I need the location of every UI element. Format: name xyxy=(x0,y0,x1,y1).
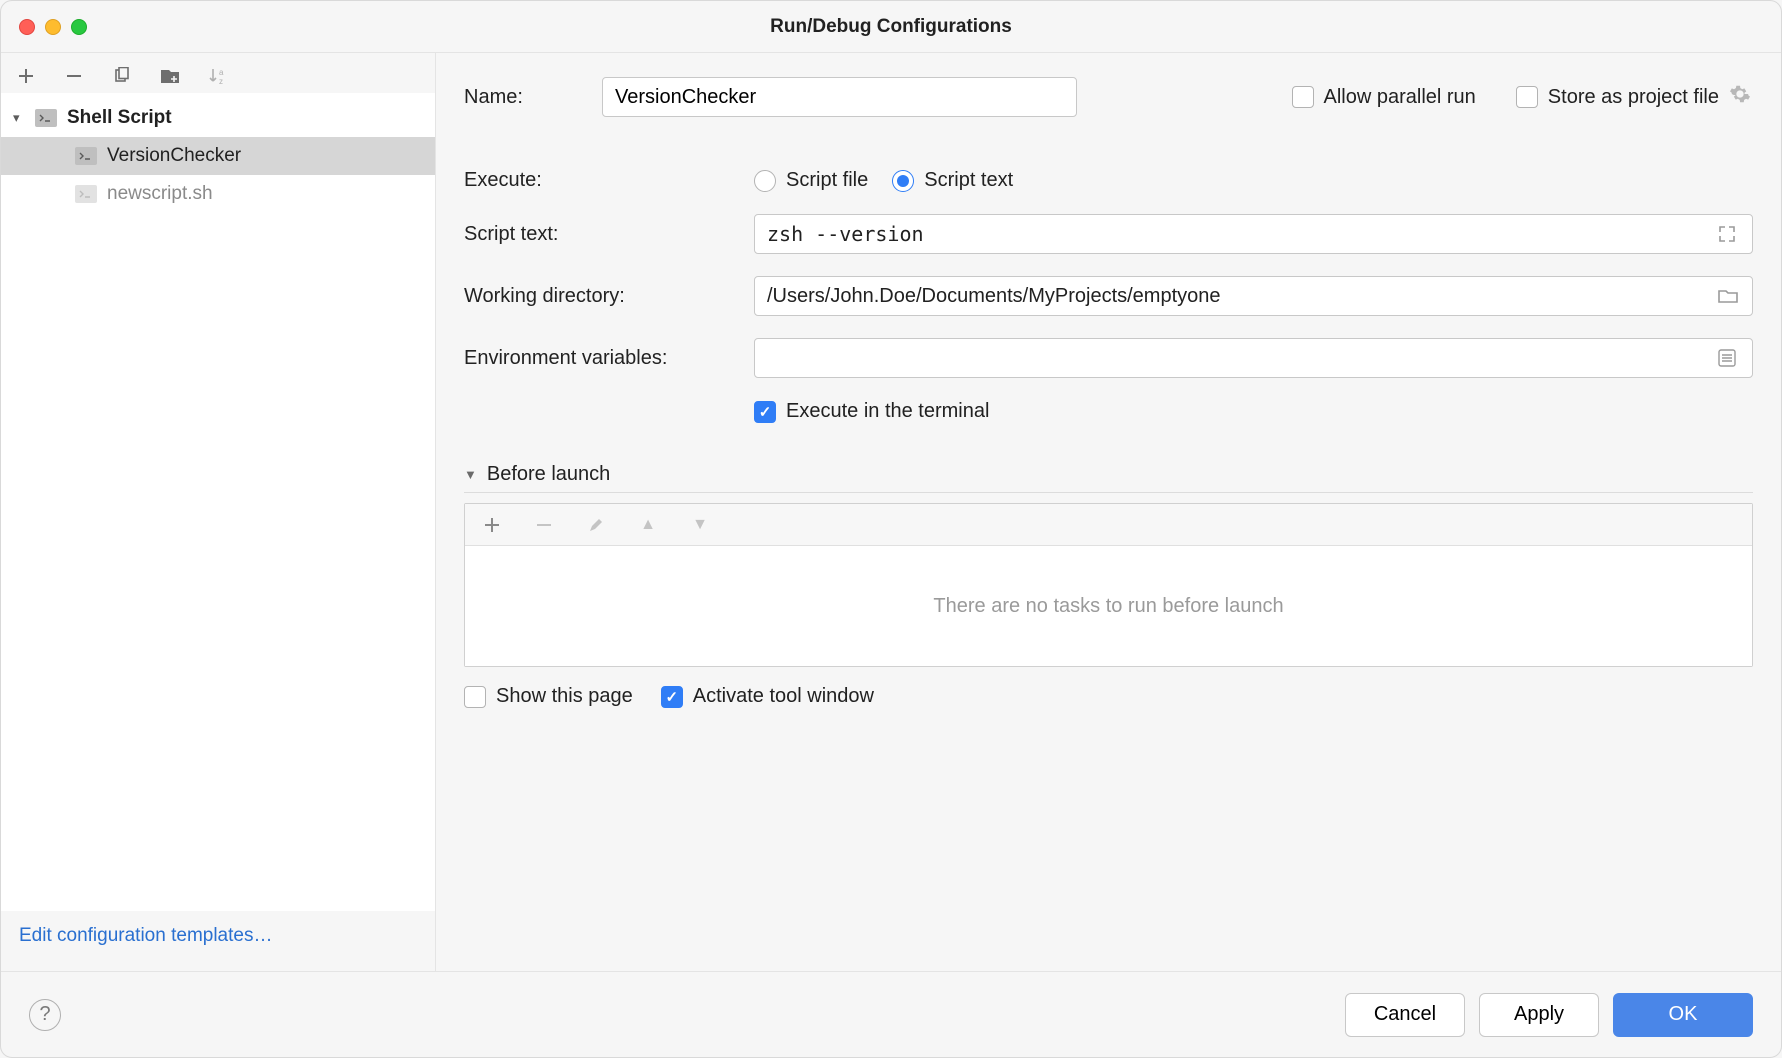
sidebar-toolbar: az xyxy=(1,53,435,93)
move-down-icon[interactable]: ▼ xyxy=(689,514,711,536)
name-label: Name: xyxy=(464,86,584,109)
cancel-button[interactable]: Cancel xyxy=(1345,993,1465,1037)
exec-terminal-checkbox[interactable]: Execute in the terminal xyxy=(754,400,989,423)
tree-item-newscript[interactable]: newscript.sh xyxy=(1,175,435,213)
terminal-icon xyxy=(35,109,57,127)
save-template-icon[interactable] xyxy=(159,65,181,87)
list-icon[interactable] xyxy=(1718,349,1740,367)
move-up-icon[interactable]: ▲ xyxy=(637,514,659,536)
checkbox-icon xyxy=(754,401,776,423)
workdir-value: /Users/John.Doe/Documents/MyProjects/emp… xyxy=(767,285,1221,308)
activate-tool-checkbox[interactable]: Activate tool window xyxy=(661,685,874,708)
remove-task-icon[interactable] xyxy=(533,514,555,536)
show-page-checkbox[interactable]: Show this page xyxy=(464,685,633,708)
tree-item-label: VersionChecker xyxy=(107,145,241,167)
radio-icon xyxy=(754,170,776,192)
allow-parallel-label: Allow parallel run xyxy=(1324,86,1476,109)
no-tasks-placeholder: There are no tasks to run before launch xyxy=(465,546,1752,666)
add-config-icon[interactable] xyxy=(15,65,37,87)
run-debug-config-window: Run/Debug Configurations az ▾ Shell Scri… xyxy=(0,0,1782,1058)
allow-parallel-checkbox[interactable]: Allow parallel run xyxy=(1292,86,1476,109)
env-label: Environment variables: xyxy=(464,347,754,370)
radio-icon xyxy=(892,170,914,192)
ok-button[interactable]: OK xyxy=(1613,993,1753,1037)
script-text-input[interactable]: zsh --version xyxy=(754,214,1753,254)
sort-alpha-icon[interactable]: az xyxy=(207,65,229,87)
execute-label: Execute: xyxy=(464,169,754,192)
remove-config-icon[interactable] xyxy=(63,65,85,87)
config-sidebar: az ▾ Shell Script VersionChecker newscri… xyxy=(1,53,436,971)
radio-script-text-label: Script text xyxy=(924,169,1013,192)
terminal-icon xyxy=(75,147,97,165)
store-project-checkbox[interactable]: Store as project file xyxy=(1516,83,1753,111)
env-input[interactable] xyxy=(754,338,1753,378)
dialog-footer: ? Cancel Apply OK xyxy=(1,971,1781,1057)
tree-item-versionchecker[interactable]: VersionChecker xyxy=(1,137,435,175)
workdir-label: Working directory: xyxy=(464,285,754,308)
help-icon[interactable]: ? xyxy=(29,999,61,1031)
checkbox-icon xyxy=(1516,86,1538,108)
folder-icon[interactable] xyxy=(1718,288,1740,304)
tree-item-label: newscript.sh xyxy=(107,183,213,205)
radio-script-file[interactable]: Script file xyxy=(754,169,868,192)
chevron-down-icon: ▼ xyxy=(464,467,477,482)
radio-script-file-label: Script file xyxy=(786,169,868,192)
gear-icon[interactable] xyxy=(1729,83,1753,111)
edit-task-icon[interactable] xyxy=(585,514,607,536)
titlebar: Run/Debug Configurations xyxy=(1,1,1781,53)
checkbox-icon xyxy=(464,686,486,708)
window-title: Run/Debug Configurations xyxy=(1,16,1781,38)
config-form: Name: Allow parallel run Store as projec… xyxy=(436,53,1781,971)
script-text-value: zsh --version xyxy=(767,222,924,246)
config-tree: ▾ Shell Script VersionChecker newscript.… xyxy=(1,93,435,911)
name-input[interactable] xyxy=(602,77,1077,117)
store-project-label: Store as project file xyxy=(1548,86,1719,109)
chevron-down-icon: ▾ xyxy=(13,110,29,126)
terminal-icon xyxy=(75,185,97,203)
checkbox-icon xyxy=(661,686,683,708)
before-launch-section[interactable]: ▼ Before launch xyxy=(464,463,1753,493)
radio-script-text[interactable]: Script text xyxy=(892,169,1013,192)
copy-config-icon[interactable] xyxy=(111,65,133,87)
exec-terminal-label: Execute in the terminal xyxy=(786,400,989,423)
add-task-icon[interactable] xyxy=(481,514,503,536)
tree-group-label: Shell Script xyxy=(67,107,172,129)
workdir-input[interactable]: /Users/John.Doe/Documents/MyProjects/emp… xyxy=(754,276,1753,316)
edit-templates-link[interactable]: Edit configuration templates… xyxy=(19,925,272,946)
checkbox-icon xyxy=(1292,86,1314,108)
activate-tool-label: Activate tool window xyxy=(693,685,874,708)
before-launch-label: Before launch xyxy=(487,463,610,486)
apply-button[interactable]: Apply xyxy=(1479,993,1599,1037)
expand-icon[interactable] xyxy=(1718,225,1740,243)
show-page-label: Show this page xyxy=(496,685,633,708)
svg-text:z: z xyxy=(219,77,223,86)
tree-group-shell-script[interactable]: ▾ Shell Script xyxy=(1,99,435,137)
svg-text:a: a xyxy=(219,68,224,77)
script-text-label: Script text: xyxy=(464,223,754,246)
before-launch-list: ▲ ▼ There are no tasks to run before lau… xyxy=(464,503,1753,667)
